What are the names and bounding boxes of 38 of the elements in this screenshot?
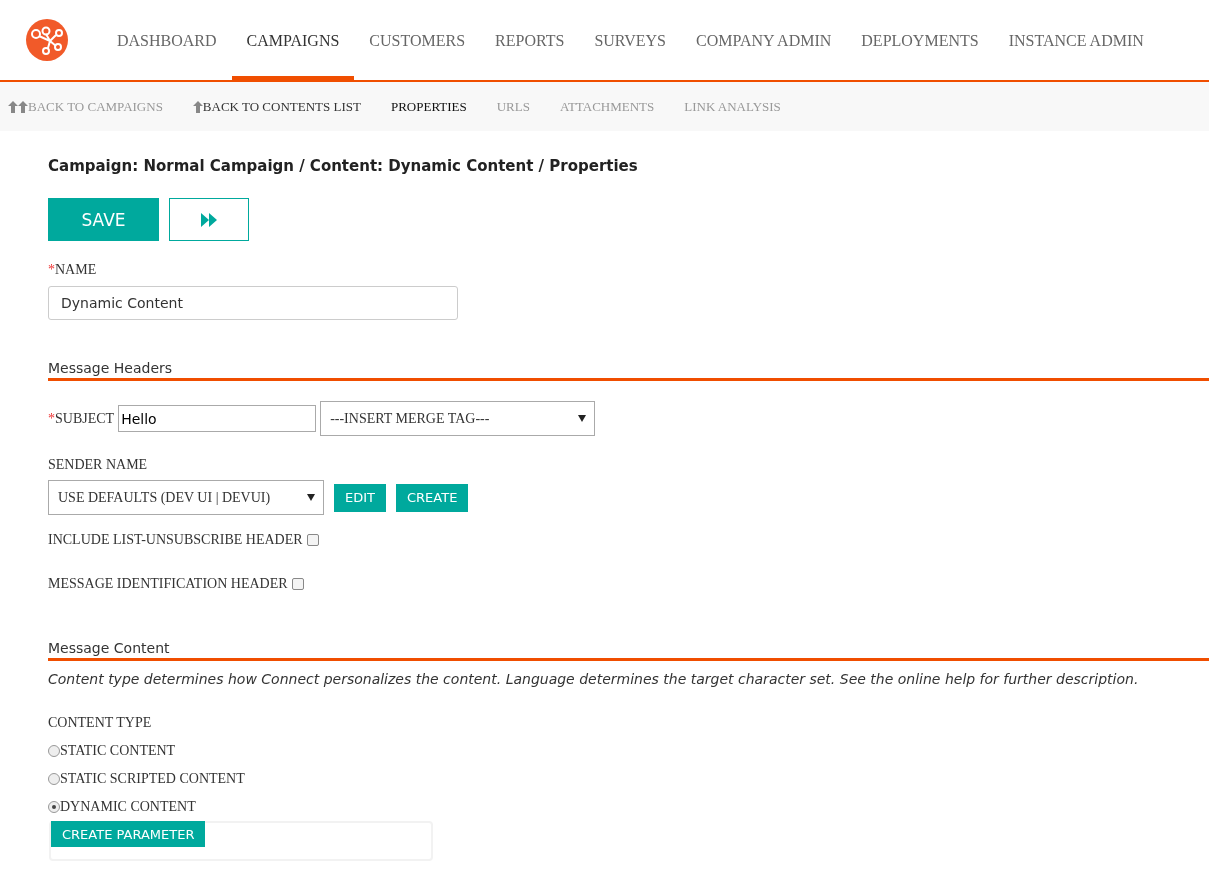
caret-icon <box>307 494 315 501</box>
nav-tab[interactable]: CUSTOMERS <box>354 0 481 82</box>
nav-tab[interactable]: SURVEYS <box>579 0 681 82</box>
checkbox[interactable] <box>306 534 319 546</box>
field-label: SENDER NAME <box>48 457 149 473</box>
nav-tab[interactable]: REPORTS <box>480 0 580 82</box>
caret-icon <box>578 415 587 422</box>
section-title: Message Headers <box>48 360 1209 381</box>
next-button[interactable] <box>169 198 249 241</box>
nav-tab[interactable]: COMPANY ADMIN <box>681 0 847 82</box>
radio-button[interactable] <box>48 773 60 785</box>
radio-label: STATIC SCRIPTED CONTENT <box>60 771 245 787</box>
merge-tag-select[interactable]: ---INSERT MERGE TAG--- <box>320 401 596 436</box>
sender-name-select[interactable]: USE DEFAULTS (DEV UI | DEVUI) <box>48 480 324 515</box>
radio-button[interactable] <box>48 801 60 813</box>
sub-tab[interactable]: PROPERTIES <box>390 98 467 115</box>
checkbox-label: MESSAGE IDENTIFICATION HEADER <box>48 576 288 592</box>
subject-input[interactable]: Hello <box>118 405 317 432</box>
radio-button[interactable] <box>48 745 60 757</box>
field-label: *NAME <box>48 262 98 278</box>
radio-label: STATIC CONTENT <box>60 743 176 759</box>
radio-label: DYNAMIC CONTENT <box>60 799 196 815</box>
checkbox-label: INCLUDE LIST-UNSUBSCRIBE HEADER <box>48 532 303 548</box>
up-arrow-icon <box>192 100 203 113</box>
name-input[interactable]: Dynamic Content <box>48 286 458 320</box>
back-link[interactable]: BACK TO CONTENTS LIST <box>192 98 361 115</box>
description-text: Content type determines how Connect personalizes the content. Language determines the target character set. See the online help for further description. <box>48 671 1140 687</box>
checkbox[interactable] <box>291 578 304 590</box>
up-arrow-icon <box>8 100 28 113</box>
logo-icon[interactable] <box>26 19 68 61</box>
nav-tab[interactable]: INSTANCE ADMIN <box>993 0 1159 82</box>
breadcrumb: Campaign: Normal Campaign / Content: Dynamic Content / Properties <box>48 157 639 175</box>
section-title: Message Content <box>48 640 1209 661</box>
nav-tab[interactable]: DEPLOYMENTS <box>846 0 994 82</box>
nav-tab[interactable]: DASHBOARD <box>102 0 232 82</box>
field-label: CONTENT TYPE <box>48 715 153 731</box>
fast-forward-icon <box>201 212 217 227</box>
field-label: *SUBJECT <box>48 410 115 427</box>
